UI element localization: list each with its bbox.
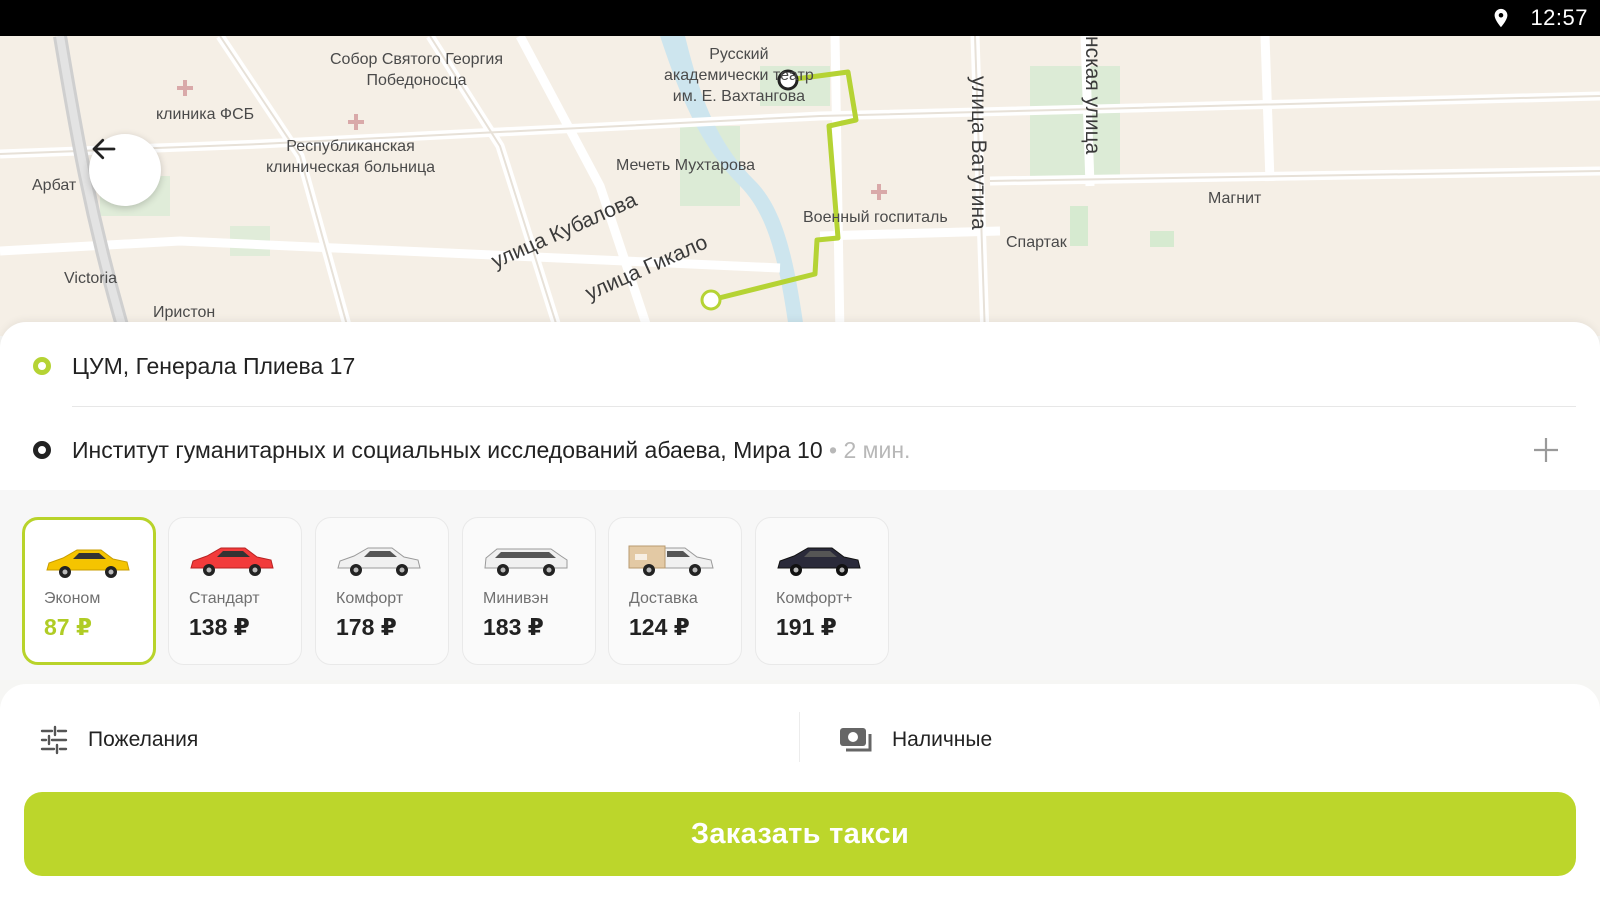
options-divider <box>799 712 800 762</box>
pickup-address-row[interactable]: ЦУМ, Генерала Плиева 17 <box>0 326 1600 406</box>
tariff-card-econom[interactable]: Эконом 87 ₽ <box>22 517 156 665</box>
route-sheet: ЦУМ, Генерала Плиева 17 Институт гуманит… <box>0 322 1600 490</box>
car-white-icon <box>337 547 421 576</box>
map-label-magnit: Магнит <box>1208 190 1262 207</box>
filter-sliders-icon <box>40 725 68 755</box>
tariff-price: 138 ₽ <box>189 614 250 640</box>
tariff-price: 87 ₽ <box>44 614 92 640</box>
tariff-price: 124 ₽ <box>629 614 690 640</box>
arrow-left-icon <box>92 138 116 160</box>
map-label-victoria: Victoria <box>64 270 118 287</box>
cash-icon <box>840 728 872 752</box>
map-label-mosque: Мечеть Мухтарова <box>616 157 756 174</box>
map-label-theatre: Русский академически театр им. Е. Вахтан… <box>664 46 814 105</box>
car-red-icon <box>190 547 274 576</box>
order-taxi-button[interactable]: Заказать такси <box>24 792 1576 876</box>
destination-eta: • 2 мин. <box>829 436 911 463</box>
map-label-military-hospital: Военный госпиталь <box>803 209 948 226</box>
tariff-card-standard[interactable]: Стандарт 138 ₽ <box>168 517 302 665</box>
street-nskaya: нская улица <box>1081 36 1104 155</box>
map-label-spartak: Спартак <box>1006 234 1067 251</box>
status-bar: 12:57 <box>0 0 1600 36</box>
wishes-label: Пожелания <box>88 728 199 751</box>
status-time: 12:57 <box>1530 5 1588 30</box>
payment-option[interactable]: Наличные <box>838 720 992 760</box>
map-label-iriston: Иристон <box>153 304 216 321</box>
tariff-price: 191 ₽ <box>776 614 837 640</box>
pickup-dot-icon <box>33 357 51 375</box>
pickup-address: ЦУМ, Генерала Плиева 17 <box>72 352 356 379</box>
map-label-clinic-fsb: клиника ФСБ <box>156 106 255 123</box>
payment-label: Наличные <box>892 728 993 751</box>
route-map[interactable]: Собор Святого Георгия Победоносца Русски… <box>0 36 1600 336</box>
add-stop-plus-icon[interactable] <box>1530 434 1562 466</box>
tariff-card-comfort-plus[interactable]: Комфорт+ 191 ₽ <box>755 517 889 665</box>
tariff-name: Комфорт <box>336 590 404 607</box>
map-label-arbat: Арбат <box>32 177 77 194</box>
destination-dot-icon <box>33 441 51 459</box>
tariff-name: Эконом <box>44 590 101 607</box>
address-divider <box>72 406 1576 407</box>
tariff-name: Доставка <box>629 590 698 607</box>
tariff-price: 183 ₽ <box>483 614 544 640</box>
wishes-option[interactable]: Пожелания <box>38 720 198 760</box>
map-label-hospital: Республиканская клиническая больница <box>266 138 436 176</box>
street-vatutina: улица Ватутина <box>967 76 990 230</box>
destination-address-row[interactable]: Институт гуманитарных и социальных иссле… <box>0 410 1600 490</box>
map-label-sobor: Собор Святого Георгия Победоносца <box>330 51 503 89</box>
tariff-selector: Эконом 87 ₽ Стандарт 138 ₽ Комфорт 178 ₽ <box>0 490 1600 680</box>
destination-address: Институт гуманитарных и социальных иссле… <box>72 436 823 463</box>
tariff-name: Минивэн <box>483 590 549 607</box>
tariff-card-comfort[interactable]: Комфорт 178 ₽ <box>315 517 449 665</box>
delivery-car-icon <box>628 545 714 576</box>
tariff-name: Стандарт <box>189 590 260 607</box>
tariff-card-delivery[interactable]: Доставка 124 ₽ <box>608 517 742 665</box>
car-yellow-icon <box>46 549 130 578</box>
order-panel: Пожелания Наличные Заказать такси <box>0 684 1600 900</box>
tariff-card-minivan[interactable]: Минивэн 183 ₽ <box>462 517 596 665</box>
back-button[interactable] <box>89 134 161 206</box>
car-black-icon <box>777 547 861 576</box>
tariff-price: 178 ₽ <box>336 614 397 640</box>
minivan-icon <box>484 548 568 576</box>
location-pin-icon <box>1495 8 1508 28</box>
tariff-name: Комфорт+ <box>776 590 853 607</box>
